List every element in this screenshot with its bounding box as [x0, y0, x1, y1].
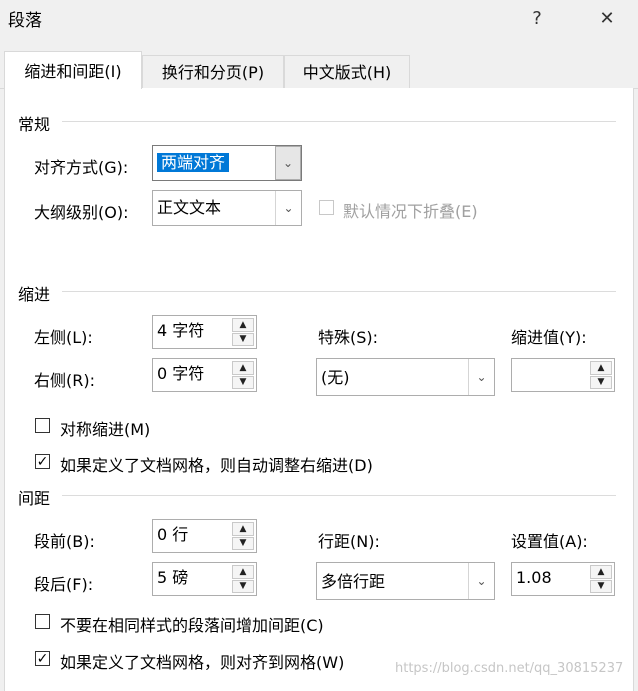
special-indent-dropdown[interactable]: (无) ⌄	[316, 358, 495, 396]
line-spacing-dropdown[interactable]: 多倍行距 ⌄	[316, 562, 495, 600]
no-space-same-style-label: 不要在相同样式的段落间增加间距(C)	[60, 616, 324, 635]
tab-asian-typography[interactable]: 中文版式(H)	[284, 55, 410, 88]
left-indent-label: 左侧(L):	[34, 328, 93, 347]
section-general-heading: 常规	[18, 115, 51, 134]
auto-adjust-indent-checkbox[interactable]: ✓	[35, 454, 50, 469]
space-after-value: 5 磅	[157, 568, 189, 587]
space-before-value: 0 行	[157, 525, 189, 544]
line-spacing-label: 行距(N):	[318, 532, 380, 551]
chevron-down-icon[interactable]: ⌄	[468, 359, 494, 395]
mirror-indents-checkbox[interactable]	[35, 418, 50, 433]
spin-up-icon[interactable]: ▲	[232, 565, 254, 579]
tab-line-page-breaks[interactable]: 换行和分页(P)	[142, 55, 284, 88]
no-space-same-style-checkbox[interactable]	[35, 614, 50, 629]
outline-level-label: 大纲级别(O):	[34, 203, 129, 222]
spin-down-icon[interactable]: ▼	[232, 579, 254, 593]
section-separator	[62, 121, 616, 122]
collapse-checkbox[interactable]	[319, 200, 334, 215]
snap-to-grid-checkbox[interactable]: ✓	[35, 651, 50, 666]
special-indent-value: (无)	[321, 368, 350, 387]
section-indent-heading: 缩进	[18, 285, 51, 304]
alignment-dropdown[interactable]: 两端对齐 ⌄	[152, 145, 302, 181]
spin-up-icon[interactable]: ▲	[232, 318, 254, 332]
right-indent-value: 0 字符	[157, 364, 205, 383]
watermark-text: https://blog.csdn.net/qq_30815237	[395, 661, 624, 676]
spacing-at-value: 1.08	[516, 568, 552, 587]
space-before-label: 段前(B):	[34, 532, 95, 551]
checkmark-icon: ✓	[36, 453, 49, 470]
section-separator	[62, 495, 616, 496]
chevron-down-icon[interactable]: ⌄	[275, 191, 301, 225]
special-indent-label: 特殊(S):	[318, 328, 379, 347]
checkmark-icon: ✓	[36, 650, 49, 667]
outline-level-dropdown[interactable]: 正文文本 ⌄	[152, 190, 302, 226]
help-button[interactable]: ?	[522, 4, 552, 34]
indent-by-label: 缩进值(Y):	[511, 328, 587, 347]
outline-level-value: 正文文本	[157, 198, 222, 217]
spin-up-icon[interactable]: ▲	[590, 565, 612, 579]
mirror-indents-label: 对称缩进(M)	[60, 420, 151, 439]
alignment-label: 对齐方式(G):	[34, 158, 129, 177]
spin-up-icon[interactable]: ▲	[232, 522, 254, 536]
spin-down-icon[interactable]: ▼	[590, 579, 612, 593]
alignment-value: 两端对齐	[157, 153, 230, 172]
close-button[interactable]: ✕	[592, 4, 622, 34]
spin-down-icon[interactable]: ▼	[232, 536, 254, 550]
space-after-label: 段后(F):	[34, 575, 94, 594]
spin-down-icon[interactable]: ▼	[232, 375, 254, 389]
left-indent-value: 4 字符	[157, 321, 205, 340]
dialog-title: 段落	[8, 11, 42, 31]
chevron-down-icon[interactable]: ⌄	[468, 563, 494, 599]
space-after-spinner[interactable]: 5 磅 ▲ ▼	[152, 562, 257, 596]
section-separator	[62, 291, 616, 292]
collapse-label: 默认情况下折叠(E)	[343, 202, 478, 221]
spacing-at-label: 设置值(A):	[511, 532, 588, 551]
tab-indents-spacing[interactable]: 缩进和间距(I)	[4, 51, 142, 89]
chevron-down-icon[interactable]: ⌄	[275, 146, 301, 180]
spin-up-icon[interactable]: ▲	[590, 361, 612, 375]
left-indent-spinner[interactable]: 4 字符 ▲ ▼	[152, 315, 257, 349]
line-spacing-value: 多倍行距	[321, 572, 386, 591]
snap-to-grid-label: 如果定义了文档网格，则对齐到网格(W)	[60, 653, 345, 672]
indent-by-spinner[interactable]: ▲ ▼	[511, 358, 615, 392]
spin-down-icon[interactable]: ▼	[232, 332, 254, 346]
space-before-spinner[interactable]: 0 行 ▲ ▼	[152, 519, 257, 553]
spin-up-icon[interactable]: ▲	[232, 361, 254, 375]
section-spacing-heading: 间距	[18, 489, 51, 508]
spacing-at-spinner[interactable]: 1.08 ▲ ▼	[511, 562, 615, 596]
spin-down-icon[interactable]: ▼	[590, 375, 612, 389]
auto-adjust-indent-label: 如果定义了文档网格，则自动调整右缩进(D)	[60, 456, 373, 475]
right-indent-label: 右侧(R):	[34, 371, 95, 390]
right-indent-spinner[interactable]: 0 字符 ▲ ▼	[152, 358, 257, 392]
